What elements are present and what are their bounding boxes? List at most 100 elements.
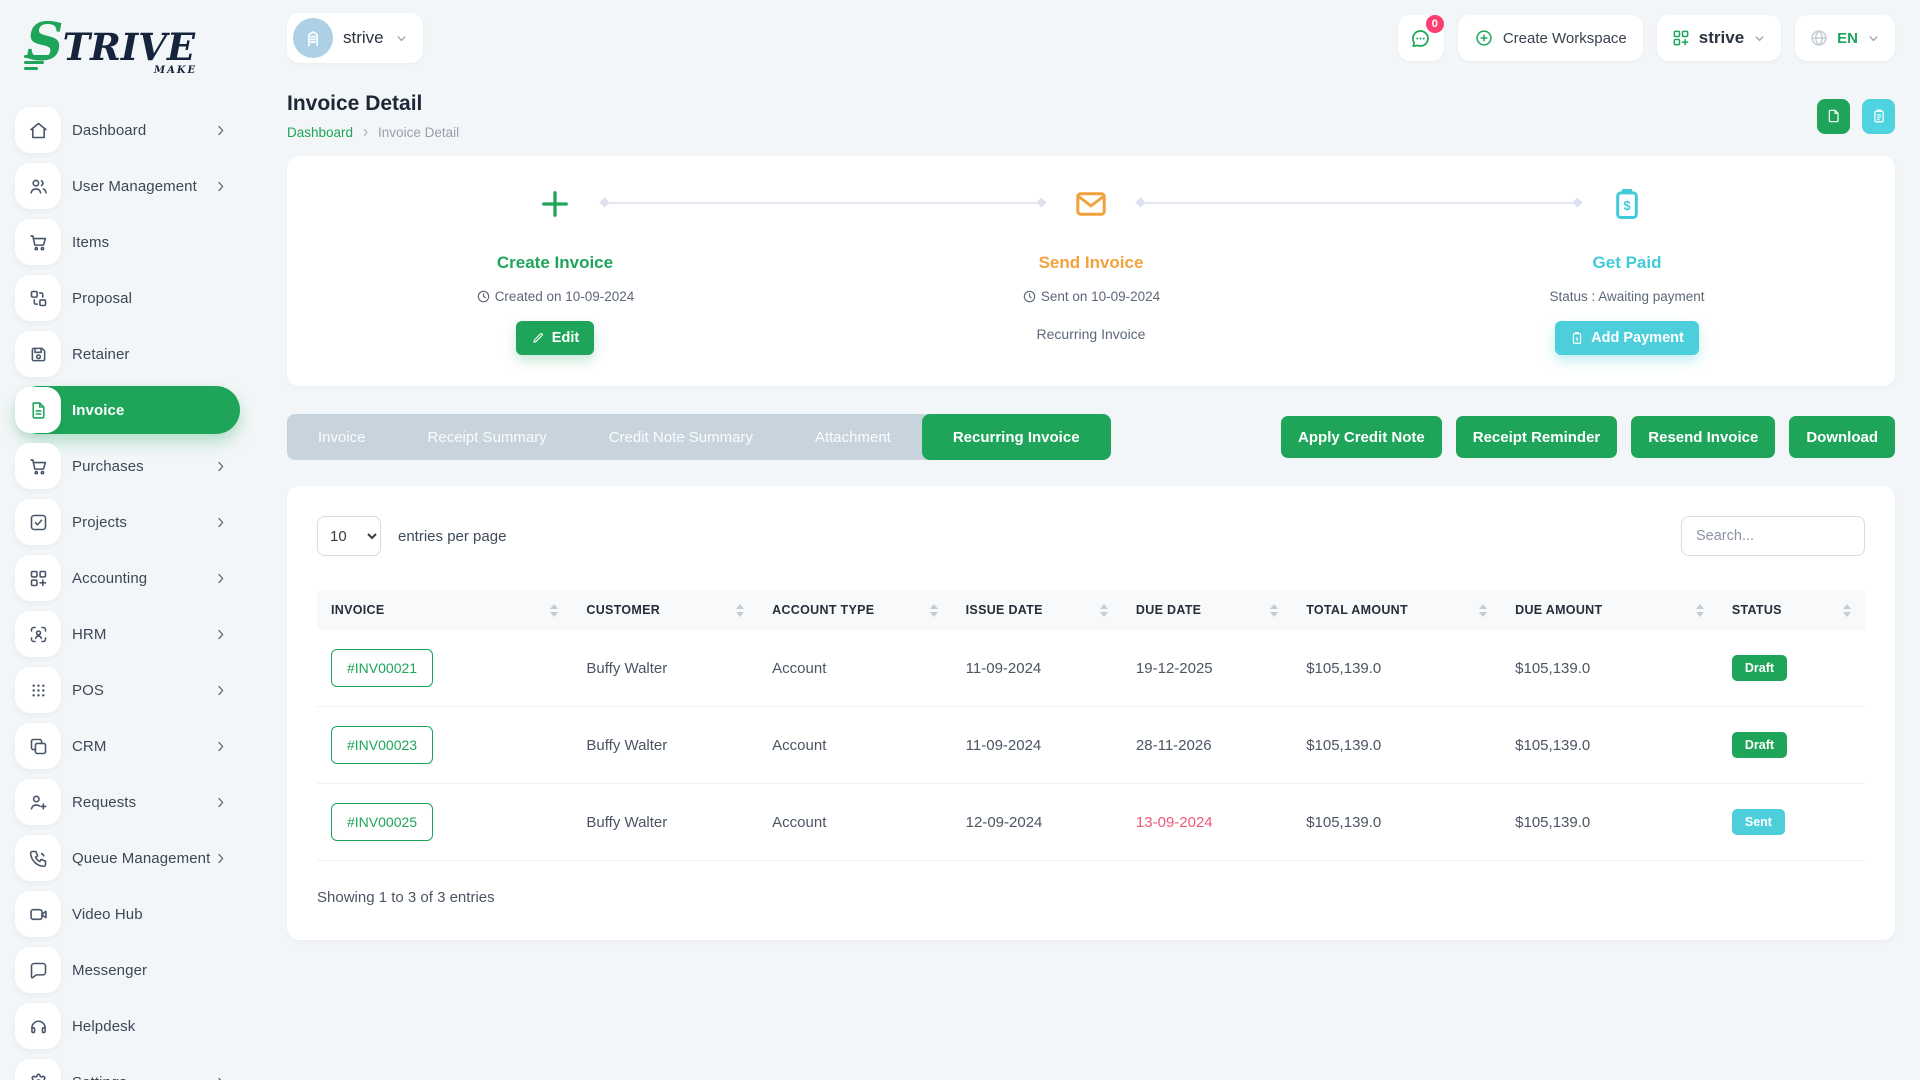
tab-invoice[interactable]: Invoice: [287, 414, 397, 460]
add-payment-button[interactable]: $ Add Payment: [1555, 321, 1699, 355]
language-selector[interactable]: EN: [1795, 15, 1895, 61]
sidebar-item-queue-management[interactable]: Queue Management: [15, 834, 240, 882]
sidebar-item-purchases[interactable]: Purchases: [15, 442, 240, 490]
step-title: Send Invoice: [823, 253, 1359, 273]
sidebar-item-icon: [15, 835, 61, 881]
sidebar-item-proposal[interactable]: Proposal: [15, 274, 240, 322]
sidebar-item-user-management[interactable]: User Management: [15, 162, 240, 210]
sidebar-item-invoice[interactable]: Invoice: [15, 386, 240, 434]
chevron-right-icon: [213, 683, 228, 698]
sidebar-item-label: User Management: [72, 178, 213, 195]
column-header[interactable]: ACCOUNT TYPE: [758, 590, 952, 630]
sort-icon[interactable]: [1696, 604, 1704, 617]
table-row: #INV00025 Buffy Walter Account 12-09-202…: [317, 784, 1865, 861]
column-header[interactable]: CUSTOMER: [572, 590, 758, 630]
search-input[interactable]: [1681, 516, 1865, 556]
sidebar-item-dashboard[interactable]: Dashboard: [15, 106, 240, 154]
entries-per-page-label: entries per page: [398, 528, 506, 545]
sort-icon[interactable]: [550, 604, 558, 617]
entries-per-page-select[interactable]: 10: [317, 516, 381, 556]
sort-icon[interactable]: [1479, 604, 1487, 617]
sort-icon[interactable]: [1100, 604, 1108, 617]
tab-attachment[interactable]: Attachment: [784, 414, 922, 460]
workspace-switcher[interactable]: strive: [1657, 15, 1781, 61]
account-type-cell: Account: [758, 630, 952, 707]
step-subtitle: Sent on 10-09-2024: [823, 289, 1359, 304]
sidebar-menu: Dashboard User Management Items: [0, 106, 260, 1080]
page-title: Invoice Detail: [287, 92, 459, 116]
recurring-invoice-table-card: 10 entries per page INVO: [287, 486, 1895, 940]
download-button[interactable]: Download: [1789, 416, 1895, 458]
sort-icon[interactable]: [930, 604, 938, 617]
sidebar-item-label: Video Hub: [72, 906, 228, 923]
sidebar-item-retainer[interactable]: Retainer: [15, 330, 240, 378]
edit-invoice-button[interactable]: Edit: [516, 321, 594, 355]
create-workspace-label: Create Workspace: [1503, 30, 1627, 47]
header-quick-actions: [1817, 99, 1895, 134]
logo-speed-lines: [24, 55, 50, 70]
messages-button[interactable]: 0: [1398, 15, 1444, 61]
envelope-icon: [1073, 184, 1109, 224]
column-header[interactable]: TOTAL AMOUNT: [1292, 590, 1501, 630]
sidebar-item-helpdesk[interactable]: Helpdesk: [15, 1002, 240, 1050]
table-controls: 10 entries per page: [317, 516, 1865, 556]
sort-icon[interactable]: [1843, 604, 1851, 617]
invoice-number-link[interactable]: #INV00021: [331, 649, 433, 687]
sort-icon[interactable]: [1270, 604, 1278, 617]
column-header[interactable]: ISSUE DATE: [952, 590, 1122, 630]
column-header[interactable]: DUE AMOUNT: [1501, 590, 1718, 630]
svg-text:$: $: [1623, 198, 1630, 213]
create-workspace-button[interactable]: Create Workspace: [1458, 15, 1643, 61]
workspace-switcher-label: strive: [1699, 28, 1744, 48]
copy-invoice-button[interactable]: [1862, 99, 1895, 134]
tab-recurring-invoice[interactable]: Recurring Invoice: [922, 414, 1111, 460]
invoice-number-link[interactable]: #INV00025: [331, 803, 433, 841]
chevron-right-icon: [213, 851, 228, 866]
invoice-number-link[interactable]: #INV00023: [331, 726, 433, 764]
sidebar-item-pos[interactable]: POS: [15, 666, 240, 714]
column-header[interactable]: DUE DATE: [1122, 590, 1292, 630]
customer-cell: Buffy Walter: [572, 707, 758, 784]
sidebar-item-video-hub[interactable]: Video Hub: [15, 890, 240, 938]
sidebar-item-label: HRM: [72, 626, 213, 643]
tab-credit-note-summary[interactable]: Credit Note Summary: [578, 414, 784, 460]
chevron-right-icon: [213, 459, 228, 474]
breadcrumb-dashboard-link[interactable]: Dashboard: [287, 125, 353, 140]
sidebar-item-label: Proposal: [72, 290, 228, 307]
status-badge: Sent: [1732, 809, 1785, 835]
logo-suffix: MAKE: [154, 65, 260, 76]
receipt-reminder-button[interactable]: Receipt Reminder: [1456, 416, 1618, 458]
sidebar-item-icon: [15, 387, 61, 433]
issue-date-cell: 11-09-2024: [952, 707, 1122, 784]
sidebar-item-requests[interactable]: Requests: [15, 778, 240, 826]
due-date-cell: 28-11-2026: [1122, 707, 1292, 784]
workspace-selector[interactable]: strive: [287, 13, 423, 63]
sidebar-item-messenger[interactable]: Messenger: [15, 946, 240, 994]
grid-plus-icon: [1671, 28, 1691, 48]
sidebar-item-label: Settings: [72, 1074, 213, 1080]
step-connector: [1139, 202, 1579, 204]
sidebar-item-settings[interactable]: Settings: [15, 1058, 240, 1080]
sidebar-item-icon: [15, 275, 61, 321]
table-header-row: INVOICE CUSTOMER: [317, 590, 1865, 630]
column-header[interactable]: INVOICE: [317, 590, 572, 630]
sidebar-item-accounting[interactable]: Accounting: [15, 554, 240, 602]
due-date-cell: 13-09-2024: [1122, 784, 1292, 861]
customer-cell: Buffy Walter: [572, 784, 758, 861]
sidebar-item-items[interactable]: Items: [15, 218, 240, 266]
sidebar-item-icon: [15, 107, 61, 153]
sidebar-item-icon: [15, 163, 61, 209]
column-header[interactable]: STATUS: [1718, 590, 1865, 630]
resend-invoice-button[interactable]: Resend Invoice: [1631, 416, 1775, 458]
document-icon: [1826, 108, 1842, 124]
new-document-button[interactable]: [1817, 99, 1850, 134]
tab-receipt-summary[interactable]: Receipt Summary: [397, 414, 578, 460]
sidebar-item-projects[interactable]: Projects: [15, 498, 240, 546]
sort-icon[interactable]: [736, 604, 744, 617]
table-row: #INV00023 Buffy Walter Account 11-09-202…: [317, 707, 1865, 784]
sidebar-item-label: POS: [72, 682, 213, 699]
sidebar-item-hrm[interactable]: HRM: [15, 610, 240, 658]
breadcrumb: Dashboard Invoice Detail: [287, 125, 459, 140]
sidebar-item-crm[interactable]: CRM: [15, 722, 240, 770]
apply-credit-note-button[interactable]: Apply Credit Note: [1281, 416, 1442, 458]
